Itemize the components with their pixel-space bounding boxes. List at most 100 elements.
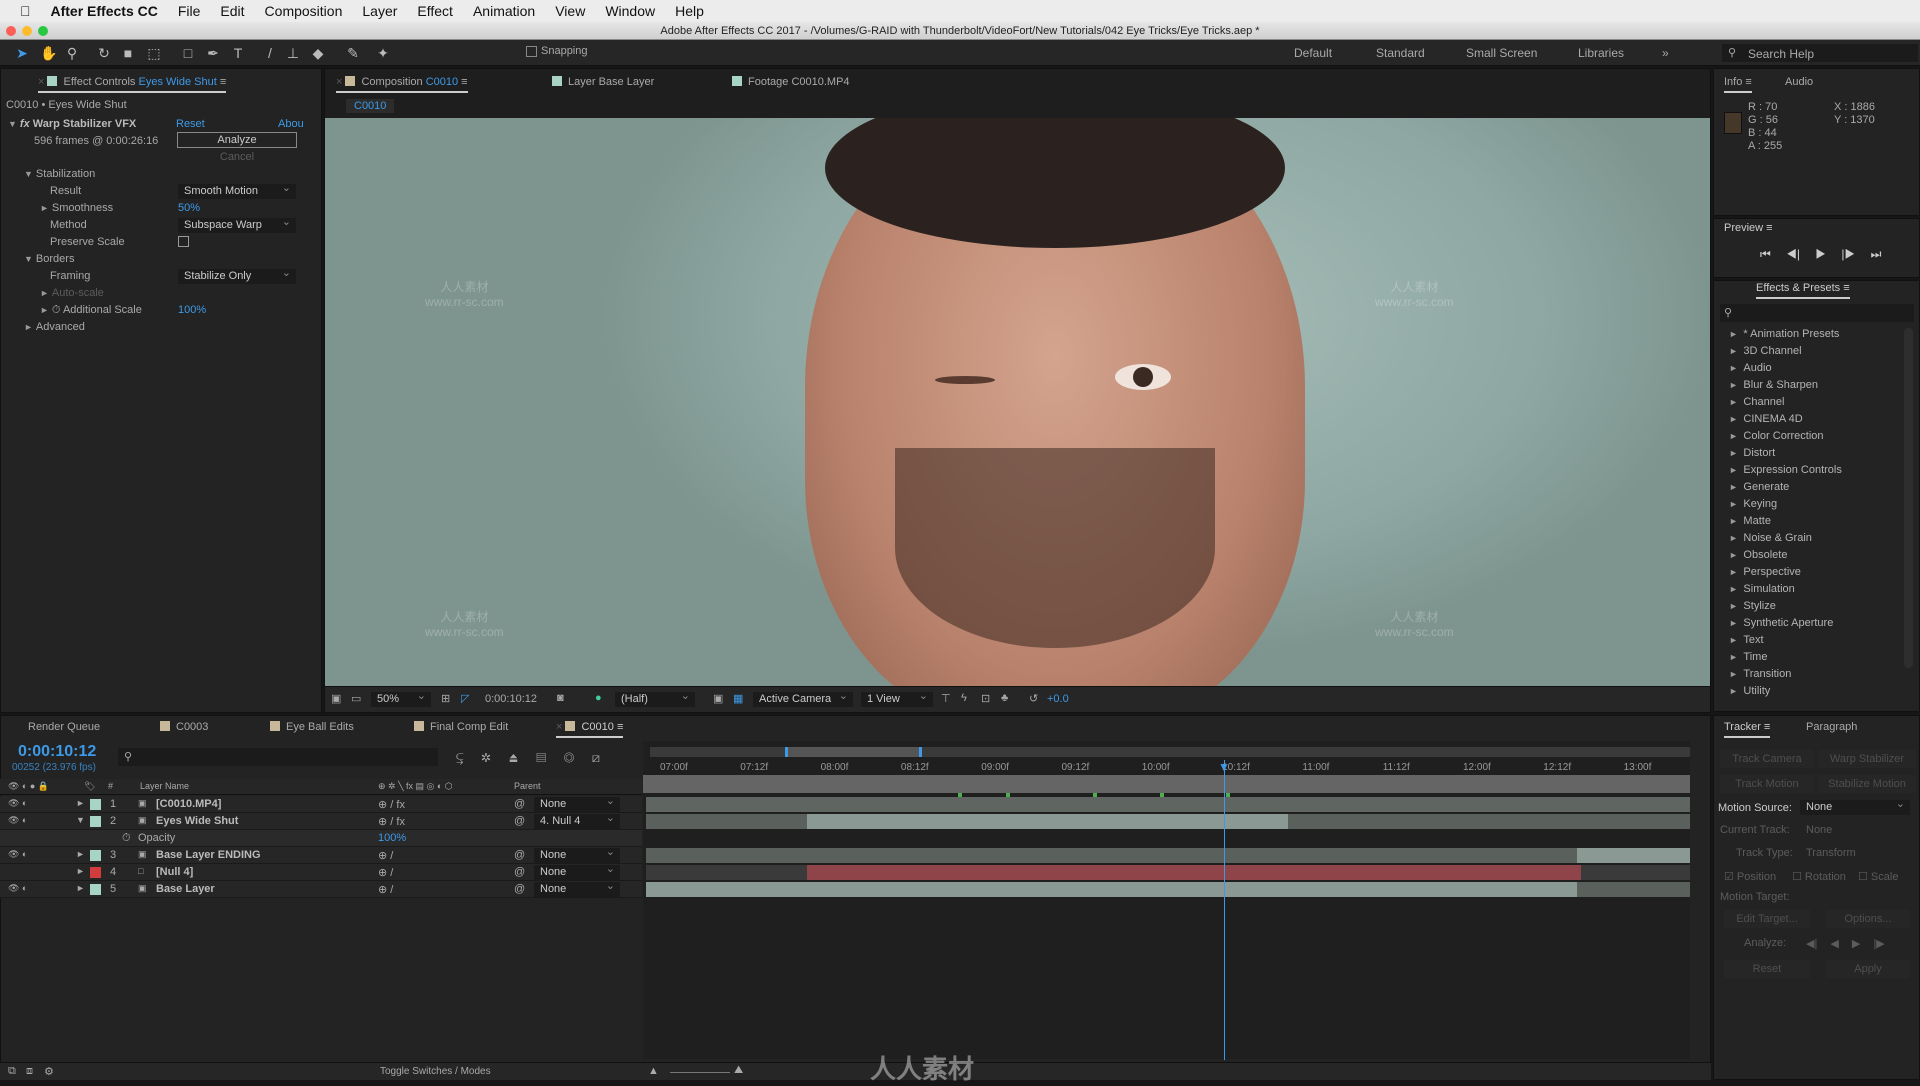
work-area-bar[interactable] (643, 775, 1690, 793)
pan-behind-tool-icon[interactable]: ⬚ (146, 45, 162, 61)
smoothness-row[interactable]: ► Smoothness (40, 202, 113, 214)
layer-duration-bar[interactable] (645, 797, 1690, 812)
position-checkbox[interactable]: ☑ Position (1724, 870, 1776, 883)
layer-row[interactable]: 👁 ◐ ► 3 ▣ Base Layer ENDING ⊕ / @ None (0, 845, 642, 864)
parent-pickwhip-icon[interactable]: @ (514, 815, 525, 827)
effects-search-input[interactable]: ⚲ (1720, 304, 1914, 322)
composition-viewer[interactable]: 人人素材 www.rr-sc.com 人人素材 www.rr-sc.com 人人素材… (325, 118, 1710, 686)
effects-category[interactable]: ► 3D Channel (1729, 345, 1802, 357)
tab-eye-ball-edits[interactable]: Eye Ball Edits (270, 721, 354, 733)
toggle-switches-modes[interactable]: Toggle Switches / Modes (380, 1066, 491, 1077)
layer-duration-bar[interactable] (645, 865, 807, 880)
search-help-input[interactable]: ⚲ Search Help (1722, 44, 1918, 62)
composition-mini-flowchart-icon[interactable]: ⥹ (456, 750, 464, 765)
layer-duration-bar[interactable] (645, 848, 1578, 863)
effects-scrollbar[interactable] (1904, 328, 1913, 668)
current-time[interactable]: 0:00:10:12 (485, 693, 537, 705)
effects-category[interactable]: ► Distort (1729, 447, 1775, 459)
layer-duration-bar[interactable] (1577, 848, 1690, 863)
parent-dropdown[interactable]: None (534, 862, 620, 880)
label-color[interactable] (90, 867, 101, 878)
borders-group[interactable]: ▼ Borders (24, 253, 74, 265)
parent-dropdown[interactable]: None (534, 845, 620, 863)
opacity-value[interactable]: 100% (378, 832, 406, 844)
effects-category[interactable]: ► Obsolete (1729, 549, 1787, 561)
motion-blur-icon[interactable]: ◎ (564, 750, 574, 765)
tab-effect-controls[interactable]: × Effect Controls Eyes Wide Shut ≡ (38, 76, 227, 93)
menu-help[interactable]: Help (675, 3, 704, 19)
pen-tool-icon[interactable]: ✒ (205, 45, 221, 61)
effect-header-warp-stabilizer[interactable]: ▼ fx Warp Stabilizer VFX (8, 118, 136, 130)
time-navigator-handle[interactable] (785, 747, 922, 757)
stopwatch-icon[interactable]: ⏱ (122, 832, 131, 845)
always-preview-icon[interactable]: ▣ (331, 692, 341, 705)
graph-editor-icon[interactable]: ⧄ (592, 750, 600, 765)
camera-tool-icon[interactable]: ■ (120, 45, 136, 61)
timeline-icon[interactable]: ⊡ (981, 692, 990, 705)
selection-tool-icon[interactable]: ➤ (14, 45, 30, 61)
tracker-apply-button[interactable]: Apply (1826, 960, 1910, 978)
parent-pickwhip-icon[interactable]: @ (514, 849, 525, 861)
additional-scale-value[interactable]: 100% (178, 304, 206, 316)
layer-duration-bar[interactable] (645, 882, 1578, 897)
timeline-timecode[interactable]: 0:00:10:12 (18, 743, 96, 761)
play-icon[interactable]: ▶ (1815, 247, 1826, 261)
menu-edit[interactable]: Edit (220, 3, 244, 19)
in-out-icon[interactable]: ⚙ (44, 1065, 54, 1078)
analyze-back-icon[interactable]: ◀| (1806, 938, 1817, 950)
rotate-tool-icon[interactable]: ↻ (96, 45, 112, 61)
draft-3d-icon[interactable]: ✲ (481, 750, 490, 765)
tab-footage[interactable]: Footage C0010.MP4 (732, 76, 850, 88)
layer-name[interactable]: [Null 4] (156, 866, 193, 878)
workspace-small-screen[interactable]: Small Screen (1466, 46, 1537, 60)
options-button[interactable]: Options... (1826, 910, 1910, 928)
fast-previews-icon[interactable]: ϟ (961, 692, 967, 704)
expand-triangle-icon[interactable]: ► (76, 883, 85, 893)
effects-category[interactable]: ► Expression Controls (1729, 464, 1842, 476)
reset-exposure-icon[interactable]: ↺ (1029, 692, 1038, 705)
comp-navigator-c0010[interactable]: C0010 (346, 99, 395, 113)
analyze-forward-icon[interactable]: |▶ (1873, 938, 1884, 950)
minimize-window-button[interactable] (22, 26, 32, 36)
magnification-dropdown[interactable]: 50% (371, 689, 431, 707)
parent-pickwhip-icon[interactable]: @ (514, 883, 525, 895)
expand-triangle-icon[interactable]: ► (76, 866, 85, 876)
expand-triangle-icon[interactable]: ► (76, 798, 85, 808)
effects-category[interactable]: ► Stylize (1729, 600, 1776, 612)
flowchart-icon[interactable]: ♣ (1001, 692, 1008, 704)
last-frame-icon[interactable]: ⏭ (1871, 247, 1882, 261)
analyze-button[interactable]: Analyze (177, 132, 297, 148)
close-window-button[interactable] (6, 26, 16, 36)
analyze-forward-frame-icon[interactable]: ▶ (1852, 938, 1860, 950)
menu-file[interactable]: File (178, 3, 201, 19)
expand-triangle-icon[interactable]: ► (76, 849, 85, 859)
motion-source-dropdown[interactable]: None (1800, 797, 1910, 815)
effects-category[interactable]: ► Simulation (1729, 583, 1795, 595)
clone-stamp-tool-icon[interactable]: ⊥ (285, 45, 301, 61)
previous-frame-icon[interactable]: ◀| (1786, 247, 1800, 261)
parent-dropdown[interactable]: None (534, 794, 620, 812)
tab-render-queue[interactable]: Render Queue (28, 721, 100, 733)
expand-triangle-icon[interactable]: ▼ (76, 815, 85, 825)
label-color[interactable] (90, 799, 101, 810)
layer-name[interactable]: Base Layer (156, 883, 215, 895)
layer-row[interactable]: 👁 ◐ ▼ 2 ▣ Eyes Wide Shut ⊕ / fx @4. Null 4 (0, 811, 642, 830)
rectangle-tool-icon[interactable]: □ (180, 45, 196, 61)
effects-category[interactable]: ► Noise & Grain (1729, 532, 1812, 544)
monitor-icon[interactable]: ▭ (351, 692, 361, 705)
track-camera-button[interactable]: Track Camera (1720, 750, 1814, 768)
effects-category[interactable]: ► Channel (1729, 396, 1784, 408)
scale-checkbox[interactable]: ☐ Scale (1858, 870, 1898, 883)
visibility-eye-icon[interactable]: 👁 ◐ (8, 883, 27, 894)
layer-name[interactable]: Eyes Wide Shut (156, 815, 238, 827)
zoom-window-button[interactable] (38, 26, 48, 36)
roto-brush-tool-icon[interactable]: ✎ (345, 45, 361, 61)
menu-animation[interactable]: Animation (473, 3, 535, 19)
effects-category[interactable]: ► Perspective (1729, 566, 1801, 578)
effects-category[interactable]: ► Utility (1729, 685, 1770, 697)
analyze-back-frame-icon[interactable]: ◀ (1830, 938, 1838, 950)
effects-category[interactable]: ► Color Correction (1729, 430, 1824, 442)
opacity-property-row[interactable]: ⏱ Opacity 100% (0, 830, 642, 847)
menu-layer[interactable]: Layer (362, 3, 397, 19)
effects-category[interactable]: ► * Animation Presets (1729, 328, 1839, 340)
